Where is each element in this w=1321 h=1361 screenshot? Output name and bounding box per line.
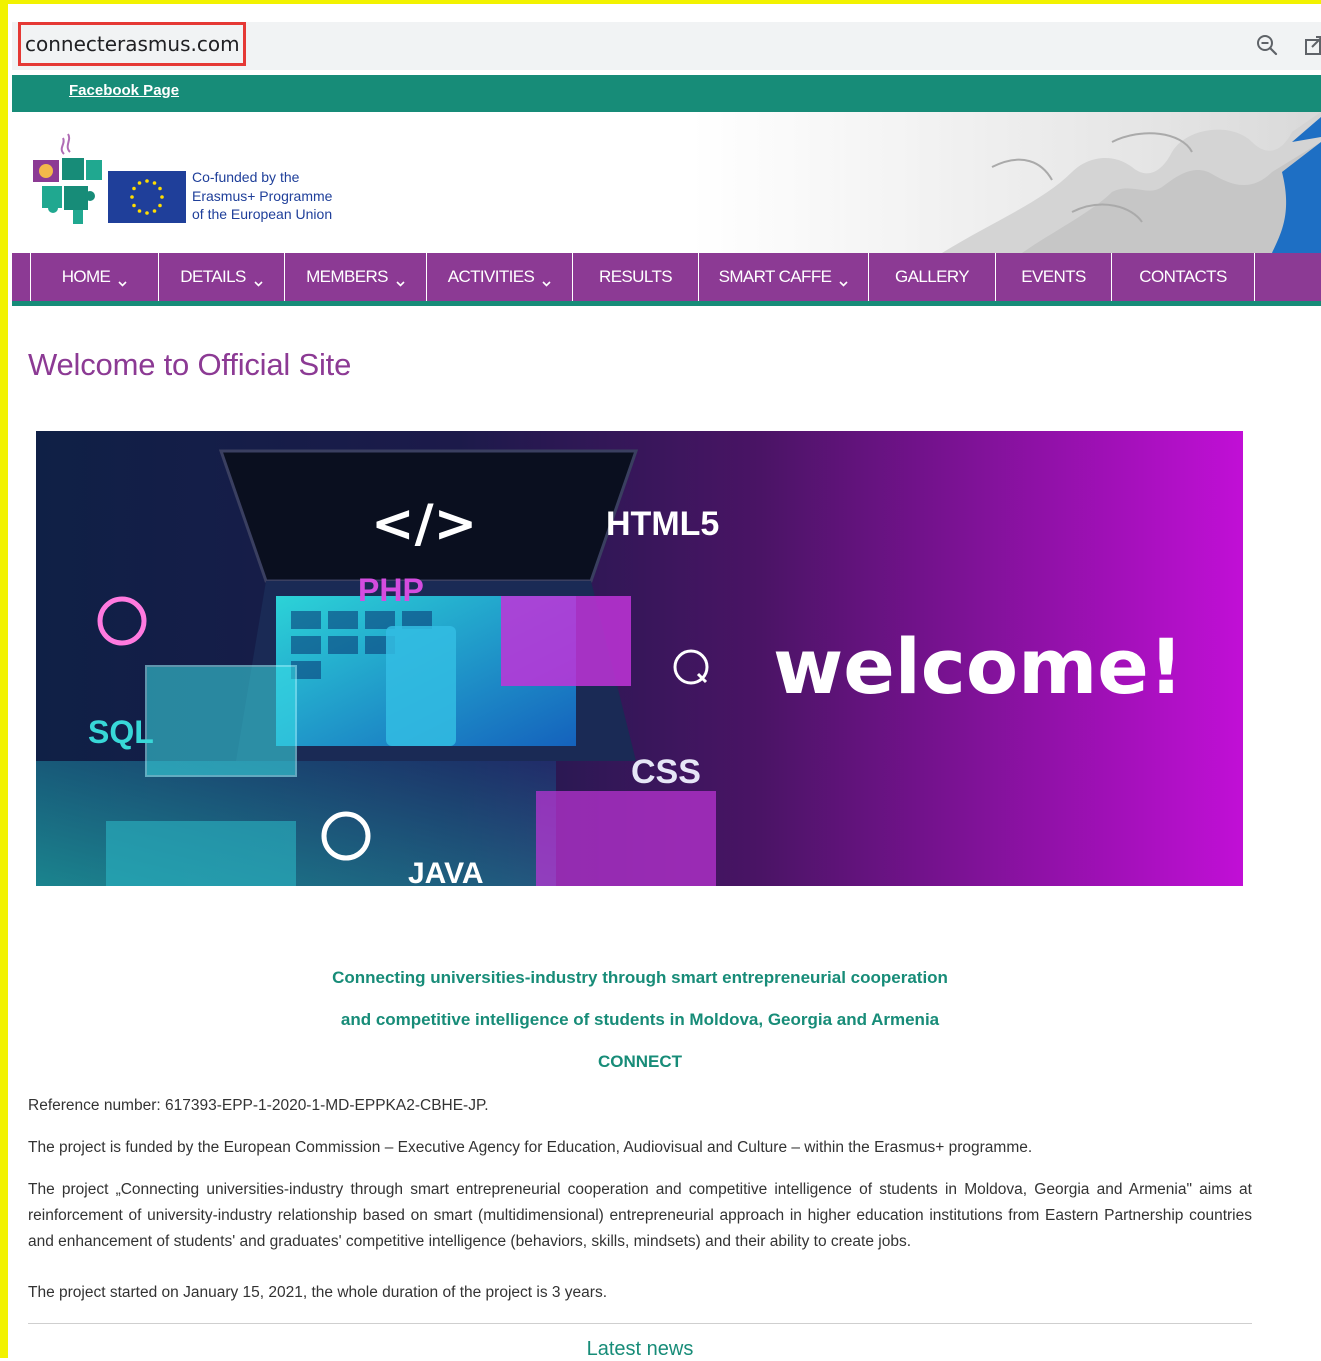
eu-text-line3: of the European Union xyxy=(192,206,333,222)
eu-text-line2: Erasmus+ Programme xyxy=(192,187,333,204)
nav-item-label: ACTIVITIES xyxy=(447,267,535,286)
project-acronym: CONNECT xyxy=(597,1052,683,1071)
project-description: The project „Connecting universities-ind… xyxy=(28,1181,1252,1250)
main-nav: HOME DETAILS MEMBERS ACTIVITIES RESULTS SMART… xyxy=(12,253,1321,306)
project-start-info: The project started on January 15, 2021,… xyxy=(28,1284,608,1301)
facebook-page-link[interactable]: Facebook Page xyxy=(69,82,179,99)
chevron-down-icon xyxy=(542,273,551,287)
reference-number: Reference number: 617393-EPP-1-2020-1-MD… xyxy=(28,1097,489,1114)
banner-java: JAVA xyxy=(408,857,484,886)
eu-text-line1: Co-funded by the xyxy=(192,169,300,185)
eu-cofunded-text: Co-funded by the Erasmus+ Programme of t… xyxy=(192,168,332,224)
funding-statement: The project is funded by the European Co… xyxy=(28,1139,1033,1156)
nav-item-label: SMART CAFFE xyxy=(718,267,832,286)
nav-item-label: RESULTS xyxy=(599,267,673,286)
top-bar: Facebook Page xyxy=(12,75,1321,112)
nav-item-label: MEMBERS xyxy=(306,267,388,286)
project-tagline-line1: Connecting universities-industry through… xyxy=(332,968,948,987)
site-header: Co-funded by the Erasmus+ Programme of t… xyxy=(12,112,1321,253)
banner-html5: HTML5 xyxy=(606,505,719,543)
welcome-banner-image: </> HTML5 PHP SQL CSS JAVA welcome! xyxy=(36,431,1243,886)
share-icon[interactable] xyxy=(1302,32,1321,58)
nav-item-label: DETAILS xyxy=(180,267,246,286)
zoom-out-icon[interactable] xyxy=(1254,32,1280,58)
banner-sql: SQL xyxy=(88,714,154,750)
url-field[interactable]: connecterasmus.com xyxy=(18,22,246,66)
nav-item-activities[interactable]: ACTIVITIES xyxy=(427,253,573,301)
puzzle-header-image xyxy=(942,112,1321,253)
chevron-down-icon xyxy=(118,273,127,287)
nav-item-smart-caffe[interactable]: SMART CAFFE xyxy=(699,253,869,301)
nav-item-label: EVENTS xyxy=(1021,267,1086,286)
nav-item-results[interactable]: RESULTS xyxy=(573,253,699,301)
nav-item-members[interactable]: MEMBERS xyxy=(285,253,427,301)
nav-item-label: CONTACTS xyxy=(1139,267,1227,286)
banner-php: PHP xyxy=(358,572,424,608)
nav-item-label: GALLERY xyxy=(895,267,970,286)
nav-item-details[interactable]: DETAILS xyxy=(159,253,285,301)
nav-item-contacts[interactable]: CONTACTS xyxy=(1112,253,1255,301)
banner-code-tag: </> xyxy=(371,494,477,554)
nav-item-home[interactable]: HOME xyxy=(31,253,159,301)
nav-item-events[interactable]: EVENTS xyxy=(996,253,1112,301)
nav-item-gallery[interactable]: GALLERY xyxy=(869,253,996,301)
project-tagline-line2: and competitive intelligence of students… xyxy=(340,1010,940,1029)
connect-logo xyxy=(33,133,102,224)
chevron-down-icon xyxy=(396,273,405,287)
chevron-down-icon xyxy=(839,273,848,287)
page-title: Welcome to Official Site xyxy=(28,347,352,382)
chevron-down-icon xyxy=(254,273,263,287)
eu-flag-icon xyxy=(108,171,186,223)
nav-item-label: HOME xyxy=(61,267,111,286)
banner-css: CSS xyxy=(631,753,701,791)
address-bar: connecterasmus.com xyxy=(12,22,1321,70)
banner-welcome-text: welcome! xyxy=(773,622,1183,711)
section-divider xyxy=(28,1323,1252,1324)
